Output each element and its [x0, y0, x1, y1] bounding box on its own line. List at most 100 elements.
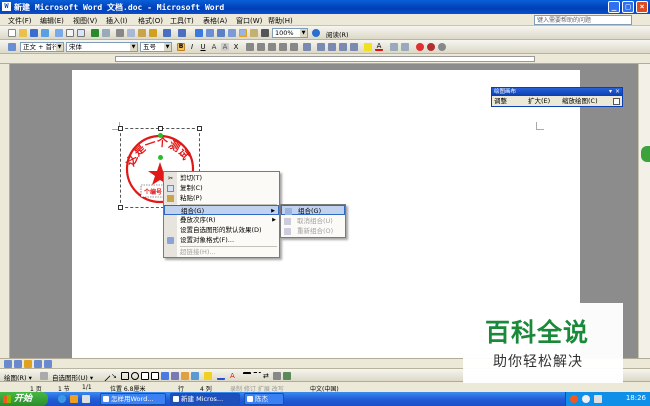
line-color-icon[interactable] — [217, 372, 225, 380]
increase-indent-icon[interactable] — [350, 43, 358, 51]
ie-icon[interactable] — [58, 395, 66, 403]
menu-item-paste[interactable]: 粘贴(P) — [164, 193, 279, 203]
3d-icon[interactable] — [283, 372, 291, 380]
insert-table-icon[interactable] — [217, 29, 225, 37]
line-icon[interactable] — [99, 370, 111, 382]
bold-icon[interactable]: B — [177, 43, 185, 51]
excel-icon[interactable] — [228, 29, 236, 37]
side-tab[interactable] — [641, 146, 650, 162]
stop-icon[interactable] — [427, 43, 435, 51]
maximize-button[interactable]: □ — [622, 1, 634, 13]
normal-view-icon[interactable] — [4, 360, 12, 368]
start-button[interactable]: 开始 — [0, 392, 48, 406]
copy-toolbar-icon[interactable] — [127, 29, 135, 37]
char-scale-icon[interactable]: X — [232, 43, 240, 51]
line-style-icon[interactable] — [243, 372, 251, 380]
toolbar-title[interactable]: 绘图画布 — [492, 88, 622, 96]
dash-style-icon[interactable] — [253, 372, 261, 380]
align-center-icon[interactable] — [257, 43, 265, 51]
align-left-icon[interactable] — [246, 43, 254, 51]
help-icon[interactable] — [312, 29, 320, 37]
bullets-icon[interactable] — [328, 43, 336, 51]
picture-icon[interactable] — [191, 372, 199, 380]
toolbar-close-icon[interactable]: × — [615, 88, 620, 96]
document-map-icon[interactable] — [250, 29, 258, 37]
style-select[interactable]: 正文 + 首行 ▼ — [20, 42, 64, 52]
menu-help[interactable]: 帮助(H) — [268, 16, 293, 26]
justify-icon[interactable] — [279, 43, 287, 51]
resize-handle-n[interactable] — [158, 126, 163, 131]
research-icon[interactable] — [102, 29, 110, 37]
tray-network-icon[interactable] — [582, 395, 590, 403]
menu-insert[interactable]: 插入(I) — [106, 16, 128, 26]
menu-format[interactable]: 格式(O) — [138, 16, 163, 26]
task-chat[interactable]: 陈杰 — [244, 393, 284, 405]
styles-pane-icon[interactable] — [8, 43, 16, 51]
resize-handle-ne[interactable] — [197, 126, 202, 131]
format-painter-icon[interactable] — [149, 29, 157, 37]
paste-toolbar-icon[interactable] — [138, 29, 146, 37]
save-icon[interactable] — [30, 29, 38, 37]
permission-icon[interactable] — [41, 29, 49, 37]
resize-handle-sw[interactable] — [118, 205, 123, 210]
rotate-handle[interactable] — [158, 133, 163, 138]
align-right-icon[interactable] — [268, 43, 276, 51]
word-app-icon[interactable]: W — [2, 2, 11, 11]
settings-icon[interactable] — [438, 43, 446, 51]
reveal-format-icon[interactable] — [416, 43, 424, 51]
menu-item-copy[interactable]: 复制(C) — [164, 183, 279, 193]
rotate-handle-star[interactable] — [158, 155, 163, 160]
numbering-icon[interactable] — [317, 43, 325, 51]
distributed-icon[interactable] — [290, 43, 298, 51]
menu-table[interactable]: 表格(A) — [203, 16, 227, 26]
read-mode-button[interactable]: 阅读(R) — [326, 29, 349, 39]
cut-icon[interactable] — [116, 29, 124, 37]
menu-item-order[interactable]: 叠放次序(R) ▶ — [164, 215, 279, 225]
menu-tools[interactable]: 工具(T) — [170, 16, 194, 26]
scale-drawing-button[interactable]: 缩放绘图(C) — [562, 97, 598, 106]
menu-item-group[interactable]: 组合(G) ▶ — [164, 205, 279, 215]
char-border-icon[interactable]: A — [210, 43, 218, 51]
diagram-icon[interactable] — [171, 372, 179, 380]
fill-color-icon[interactable] — [204, 372, 212, 380]
horizontal-ruler[interactable] — [0, 54, 650, 64]
shadow-icon[interactable] — [273, 372, 281, 380]
wordart-icon[interactable] — [161, 372, 169, 380]
arrow-icon[interactable]: ↘ — [111, 372, 119, 380]
decrease-indent-icon[interactable] — [339, 43, 347, 51]
font-color-icon[interactable]: A — [375, 43, 383, 51]
vertical-ruler[interactable] — [0, 64, 10, 358]
desktop-icon[interactable] — [82, 395, 90, 403]
redo-icon[interactable] — [178, 29, 186, 37]
print-view-icon[interactable] — [24, 360, 32, 368]
zoom-select[interactable]: 100% ▼ — [272, 28, 308, 38]
tables-borders-icon[interactable] — [206, 29, 214, 37]
folder-icon[interactable] — [70, 395, 78, 403]
clipart-icon[interactable] — [181, 372, 189, 380]
drawing-toggle-icon[interactable] — [239, 29, 247, 37]
menu-window[interactable]: 窗口(W) — [236, 16, 262, 26]
menu-item-cut[interactable]: ✂ 剪切(T) — [164, 173, 279, 183]
textbox-icon[interactable] — [141, 372, 149, 380]
drawbar-font-color-icon[interactable]: A — [230, 372, 238, 380]
menu-item-format-object[interactable]: 设置对象格式(F)... — [164, 235, 279, 245]
show-hide-icon[interactable] — [261, 29, 269, 37]
menu-view[interactable]: 视图(V) — [73, 16, 97, 26]
minimize-button[interactable]: _ — [608, 1, 620, 13]
underline-icon[interactable]: U — [199, 43, 207, 51]
email-icon[interactable] — [55, 29, 63, 37]
wrap-text-icon[interactable] — [613, 98, 620, 105]
vertical-scrollbar[interactable] — [638, 64, 650, 358]
char-shading-icon[interactable]: A — [221, 43, 229, 51]
hyperlink-icon[interactable] — [195, 29, 203, 37]
open-icon[interactable] — [19, 29, 27, 37]
submenu-item-group[interactable]: 组合(G) — [281, 205, 345, 215]
italic-icon[interactable]: I — [188, 43, 196, 51]
font-select[interactable]: 宋体 ▼ — [66, 42, 138, 52]
enclose-char-icon[interactable] — [401, 43, 409, 51]
fit-button[interactable]: 调整 — [494, 97, 507, 106]
spelling-icon[interactable] — [91, 29, 99, 37]
tray-app-icon[interactable] — [570, 395, 578, 403]
task-browser[interactable]: 怎样用Word... — [100, 393, 166, 405]
help-search-input[interactable]: 键入需要帮助的问题 — [534, 15, 632, 25]
